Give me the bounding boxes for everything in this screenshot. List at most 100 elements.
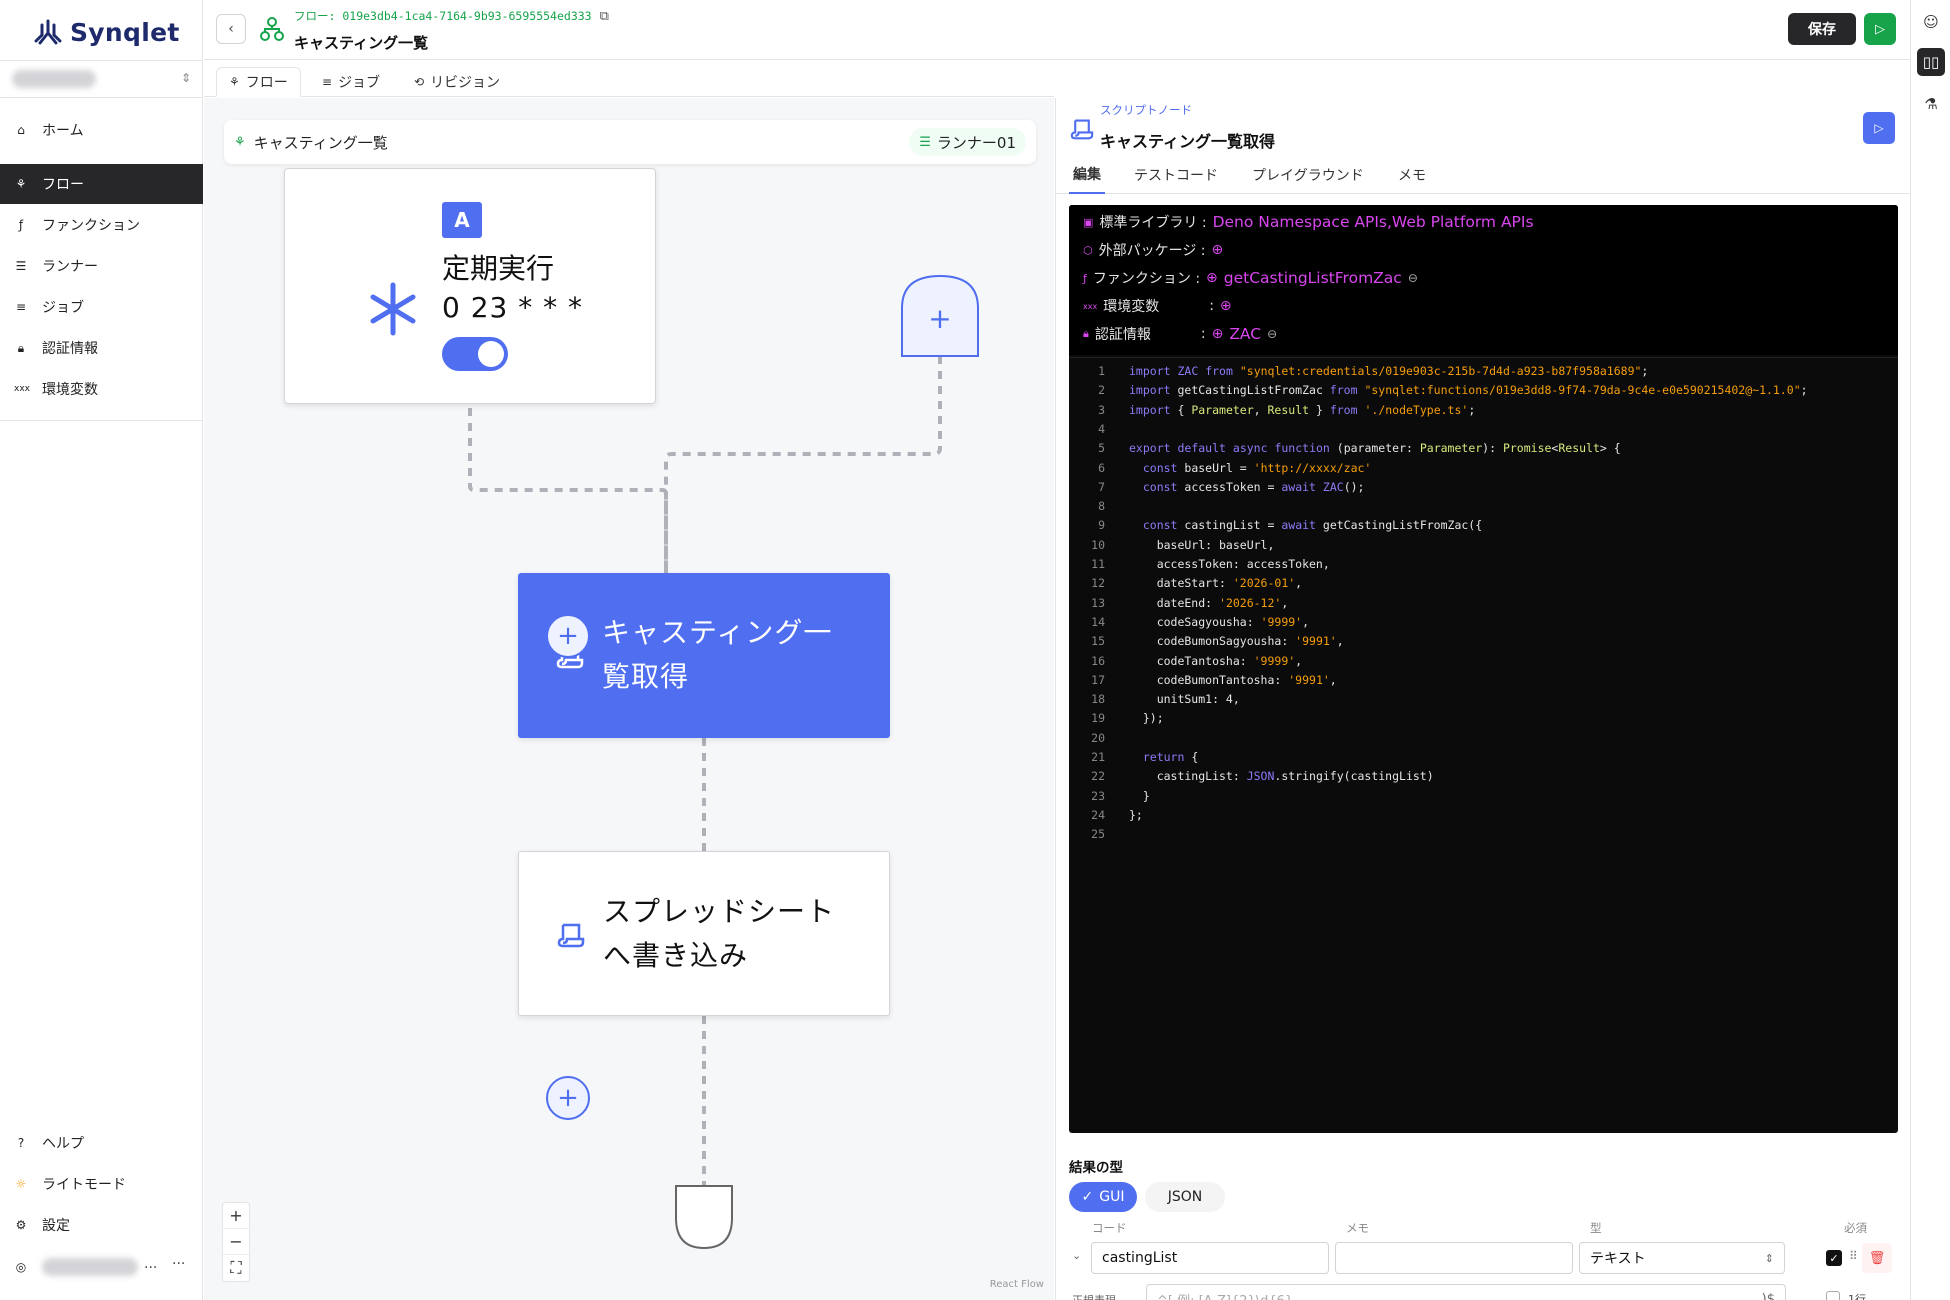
run-button[interactable]: ▷ (1864, 13, 1896, 45)
delete-button[interactable]: 🗑︎ (1862, 1243, 1892, 1273)
packages-row: ⬡ 外部パッケージ : ⊕ (1083, 238, 1223, 262)
gui-label: GUI (1099, 1189, 1125, 1205)
logo[interactable]: Synqlet (34, 14, 180, 50)
zoom-out-button[interactable]: − (223, 1229, 249, 1255)
runner-badge[interactable]: ☰ ランナー01 (909, 128, 1026, 156)
add-node-button[interactable]: + (546, 614, 590, 658)
code-line[interactable]: 2 import getCastingListFromZac from "synq… (1069, 381, 1898, 400)
function-icon: ƒ (18, 218, 24, 232)
gui-toggle[interactable]: ✓ GUI (1069, 1182, 1137, 1212)
code-line[interactable]: 5 export default async function (paramete… (1069, 439, 1898, 458)
code-line[interactable]: 18 unitSum1: 4, (1069, 690, 1898, 709)
sidebar-item-env[interactable]: xxx 環境変数 (0, 369, 203, 409)
line-number: 3 (1098, 402, 1105, 417)
required-checkbox[interactable]: ✓ (1826, 1250, 1842, 1266)
code-line[interactable]: 23 } (1069, 787, 1898, 806)
trigger-toggle[interactable] (442, 337, 508, 371)
code-line[interactable]: 1 import ZAC from "synqlet:credentials/01… (1069, 362, 1898, 381)
code-line[interactable]: 20 (1069, 729, 1898, 748)
gear-icon: ⚙ (15, 1218, 27, 1232)
play-icon: ▷ (1874, 121, 1884, 135)
trigger-node[interactable]: A 定期実行 0 23 * * * (284, 168, 656, 404)
code-line[interactable]: 6 const baseUrl = 'http://xxxx/zac' (1069, 459, 1898, 478)
flow-canvas[interactable]: + ⚘ キャスティング一覧 ☰ ランナー01 A 定期実行 0 23 * * *… (204, 98, 1054, 1300)
code-editor[interactable]: ▣ 標準ライブラリ : Deno Namespace APIs,Web Plat… (1069, 205, 1898, 1133)
workspace-selector[interactable]: ⇕ (0, 60, 203, 98)
code-line[interactable]: 9 const castingList = await getCastingLi… (1069, 516, 1898, 535)
add-function-icon[interactable]: ⊕ (1206, 270, 1218, 286)
docs-button[interactable]: ▯▯ (1917, 48, 1945, 76)
sidebar-item-job[interactable]: ≡ ジョブ (0, 287, 203, 327)
bot-button[interactable]: ☺ (1917, 8, 1945, 36)
code-line[interactable]: 15 codeBumonSagyousha: '9991', (1069, 632, 1898, 651)
fit-view-button[interactable]: ⛶ (223, 1255, 249, 1281)
tab-test-code[interactable]: テストコード (1134, 156, 1218, 194)
code-text: unitSum1: 4, (1129, 692, 1240, 707)
code-line[interactable]: 25 (1069, 825, 1898, 844)
type-select[interactable]: テキスト ⇕ (1579, 1242, 1785, 1274)
credential-value[interactable]: ZAC (1229, 325, 1261, 343)
tab-edit[interactable]: 編集 (1069, 156, 1105, 194)
function-value[interactable]: getCastingListFromZac (1224, 269, 1402, 287)
code-line[interactable]: 12 dateStart: '2026-01', (1069, 574, 1898, 593)
code-line[interactable]: 16 codeTantosha: '9999', (1069, 652, 1898, 671)
flow-icon: ⚘ (15, 177, 27, 191)
add-node-button[interactable]: + (546, 1076, 590, 1120)
tab-memo[interactable]: メモ (1398, 156, 1426, 194)
remove-credential-icon[interactable]: ⊖ (1267, 327, 1277, 341)
remove-function-icon[interactable]: ⊖ (1408, 271, 1418, 285)
add-package-icon[interactable]: ⊕ (1212, 242, 1224, 258)
sidebar-item-help[interactable]: ? ヘルプ (0, 1123, 203, 1163)
code-area[interactable]: 1 import ZAC from "synqlet:credentials/01… (1069, 357, 1898, 1133)
tab-playground[interactable]: プレイグラウンド (1252, 156, 1364, 194)
sidebar-item-flow[interactable]: ⚘ フロー (0, 164, 203, 204)
code-line[interactable]: 21 return { (1069, 748, 1898, 767)
code-line[interactable]: 14 codeSagyousha: '9999', (1069, 613, 1898, 632)
save-button[interactable]: 保存 (1788, 13, 1856, 45)
script-node[interactable]: スプレッドシート へ書き込み (518, 851, 890, 1016)
function-icon: ƒ (1083, 271, 1087, 285)
sidebar-item-credentials[interactable]: 🔒︎ 認証情報 (0, 328, 203, 368)
list-icon: ≡ (322, 75, 333, 89)
zoom-in-button[interactable]: + (223, 1203, 249, 1229)
lab-button[interactable]: ⚗ (1917, 90, 1945, 118)
run-node-button[interactable]: ▷ (1863, 112, 1895, 144)
code-line[interactable]: 13 dateEnd: '2026-12', (1069, 594, 1898, 613)
code-line[interactable]: 4 (1069, 420, 1898, 439)
code-text: dateStart: '2026-01', (1129, 576, 1303, 591)
code-line[interactable]: 22 castingList: JSON.stringify(castingLi… (1069, 767, 1898, 786)
tab-revision[interactable]: ⟲ リビジョン (402, 67, 512, 97)
code-line[interactable]: 24}; (1069, 806, 1898, 825)
tab-job[interactable]: ≡ ジョブ (310, 67, 392, 97)
code-text: const baseUrl = 'http://xxxx/zac' (1142, 460, 1372, 475)
copy-icon[interactable]: ⧉ (600, 9, 609, 24)
single-line-checkbox[interactable] (1826, 1291, 1840, 1300)
code-line[interactable]: 11 accessToken: accessToken, (1069, 555, 1898, 574)
tab-flow[interactable]: ⚘ フロー (216, 67, 301, 97)
sidebar-item-light-mode[interactable]: ☼ ライトモード (0, 1164, 203, 1204)
memo-field[interactable] (1335, 1242, 1573, 1274)
sidebar-item-runner[interactable]: ☰ ランナー (0, 246, 203, 286)
sidebar-item-function[interactable]: ƒ ファンクション (0, 205, 203, 245)
attribution[interactable]: React Flow (990, 1279, 1044, 1290)
add-credential-icon[interactable]: ⊕ (1212, 326, 1224, 342)
regex-field[interactable]: ^[ 例: [A-Z]{2}\d{6} )$ (1146, 1284, 1786, 1300)
drag-handle-icon[interactable]: ⠿ (1849, 1249, 1858, 1263)
sidebar-item-home[interactable]: ⌂ ホーム (0, 110, 203, 150)
code-line[interactable]: 17 codeBumonTantosha: '9991', (1069, 671, 1898, 690)
json-toggle[interactable]: JSON (1145, 1182, 1225, 1212)
sidebar-item-settings[interactable]: ⚙ 設定 (0, 1205, 203, 1245)
svg-text:+: + (928, 302, 951, 335)
code-field[interactable]: castingList (1091, 1242, 1329, 1274)
chevron-down-icon[interactable]: ⌄ (1072, 1249, 1081, 1262)
back-button[interactable]: ‹ (216, 14, 246, 44)
code-line[interactable]: 19 }); (1069, 709, 1898, 728)
code-line[interactable]: 8 (1069, 497, 1898, 516)
code-line[interactable]: 3 import { Parameter, Result } from './no… (1069, 401, 1898, 420)
code-line[interactable]: 10 baseUrl: baseUrl, (1069, 536, 1898, 555)
add-env-icon[interactable]: ⊕ (1220, 298, 1232, 314)
more-icon[interactable]: ··· (172, 1256, 185, 1272)
code-line[interactable]: 7 const accessToken = await ZAC(); (1069, 478, 1898, 497)
line-number: 11 (1091, 557, 1105, 571)
stdlib-value[interactable]: Deno Namespace APIs,Web Platform APIs (1213, 213, 1534, 231)
